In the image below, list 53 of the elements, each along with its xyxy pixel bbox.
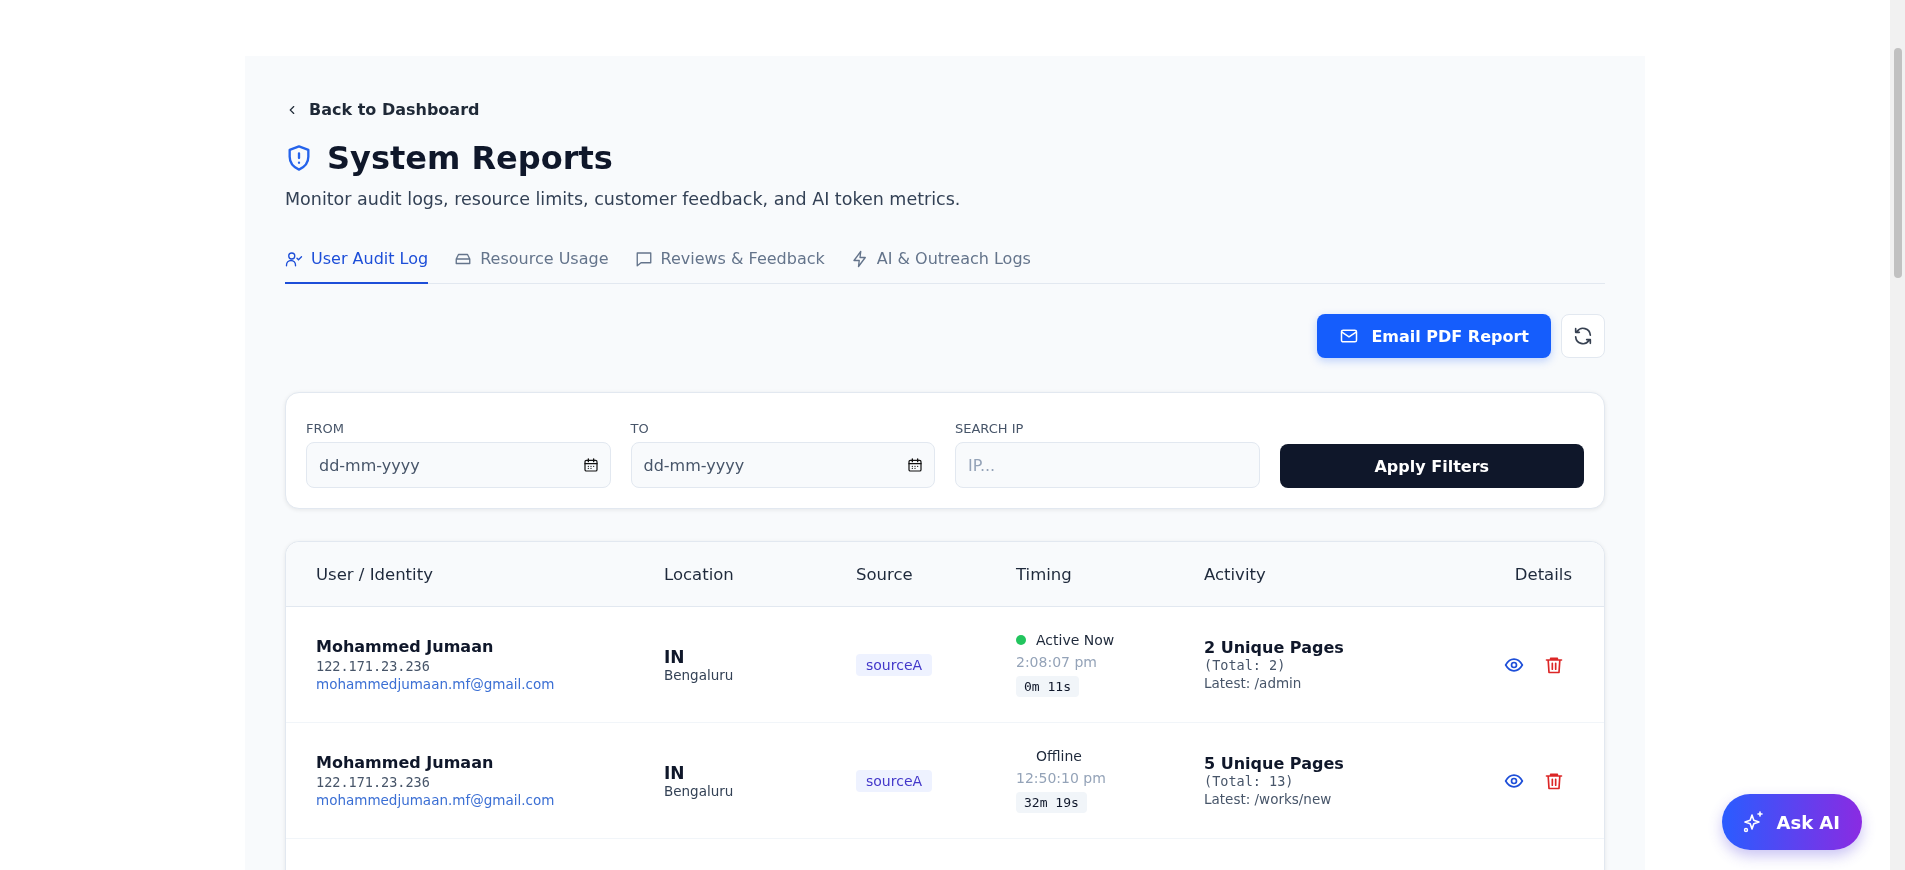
column-header: Timing (1016, 564, 1073, 584)
page-subtitle: Monitor audit logs, resource limits, customer feedback, and AI token metrics. (285, 189, 962, 209)
ip-address: 122.171.23.236 (316, 658, 430, 674)
date-field[interactable]: dd-mm-yyyy (630, 442, 935, 488)
refresh-button[interactable] (1561, 314, 1605, 358)
apply-filters-button[interactable]: Apply Filters (1279, 444, 1584, 488)
email-link[interactable]: mohammedjumaan.mf@gmail.com (316, 676, 555, 692)
column-header: Activity (1204, 564, 1267, 584)
duration-badge: 0m 11s (1016, 676, 1079, 697)
lightning-icon (850, 249, 869, 268)
user-name: Mohammed Jumaan (316, 753, 494, 772)
duration-badge: 32m 19s (1016, 792, 1087, 813)
field-label: TO (630, 421, 650, 436)
tab[interactable]: AI & Outreach Logs (850, 241, 1031, 284)
tab[interactable]: Reviews & Feedback (634, 241, 825, 284)
unique-pages-count: 5 Unique Pages (1204, 754, 1344, 773)
time-text: 2:08:07 pm (1016, 654, 1097, 670)
field-label: SEARCH IP (955, 421, 1025, 436)
back-link[interactable]: Back to Dashboard (285, 100, 480, 119)
status-text: Active Now (1036, 632, 1115, 648)
column-header: Details (1514, 564, 1572, 584)
tab[interactable]: User Audit Log (285, 241, 429, 284)
column-header: User / Identity (316, 564, 434, 584)
date-field[interactable]: dd-mm-yyyy (306, 442, 611, 488)
email-link[interactable]: mohammedjumaan.mf@gmail.com (316, 792, 555, 808)
email-report-button[interactable]: Email PDF Report (1317, 314, 1551, 358)
ip-search-field[interactable]: IP... (955, 442, 1260, 488)
latest-page: Latest: /works/new (1204, 791, 1332, 807)
latest-page: Latest: /admin (1204, 675, 1302, 691)
ip-address: 122.171.23.236 (316, 774, 430, 790)
calendar-icon[interactable] (907, 457, 923, 473)
total-count: (Total: 2) (1204, 657, 1286, 673)
country-code: IN (664, 762, 685, 783)
tab[interactable]: Resource Usage (454, 241, 609, 284)
city-name: Bengaluru (664, 782, 734, 799)
field-label: FROM (306, 421, 345, 436)
ask-ai-button[interactable]: Ask AI (1722, 794, 1862, 850)
column-header: Source (856, 564, 914, 584)
city-name: Bengaluru (664, 666, 734, 683)
column-header: Location (664, 564, 735, 584)
source-tag: sourceA (856, 769, 933, 792)
source-tag: sourceA (856, 653, 933, 676)
user-check-icon (285, 249, 303, 268)
calendar-icon[interactable] (582, 457, 599, 473)
time-text: 12:50:10 pm (1016, 770, 1106, 786)
refresh-icon (1572, 325, 1594, 347)
mail-icon (1339, 326, 1360, 346)
country-code: IN (664, 646, 685, 667)
status-text: Offline (1036, 748, 1082, 764)
unique-pages-count: 2 Unique Pages (1204, 638, 1344, 657)
user-name: Mohammed Jumaan (316, 637, 494, 656)
page-title: System Reports (327, 139, 613, 177)
total-count: (Total: 13) (1204, 773, 1294, 789)
